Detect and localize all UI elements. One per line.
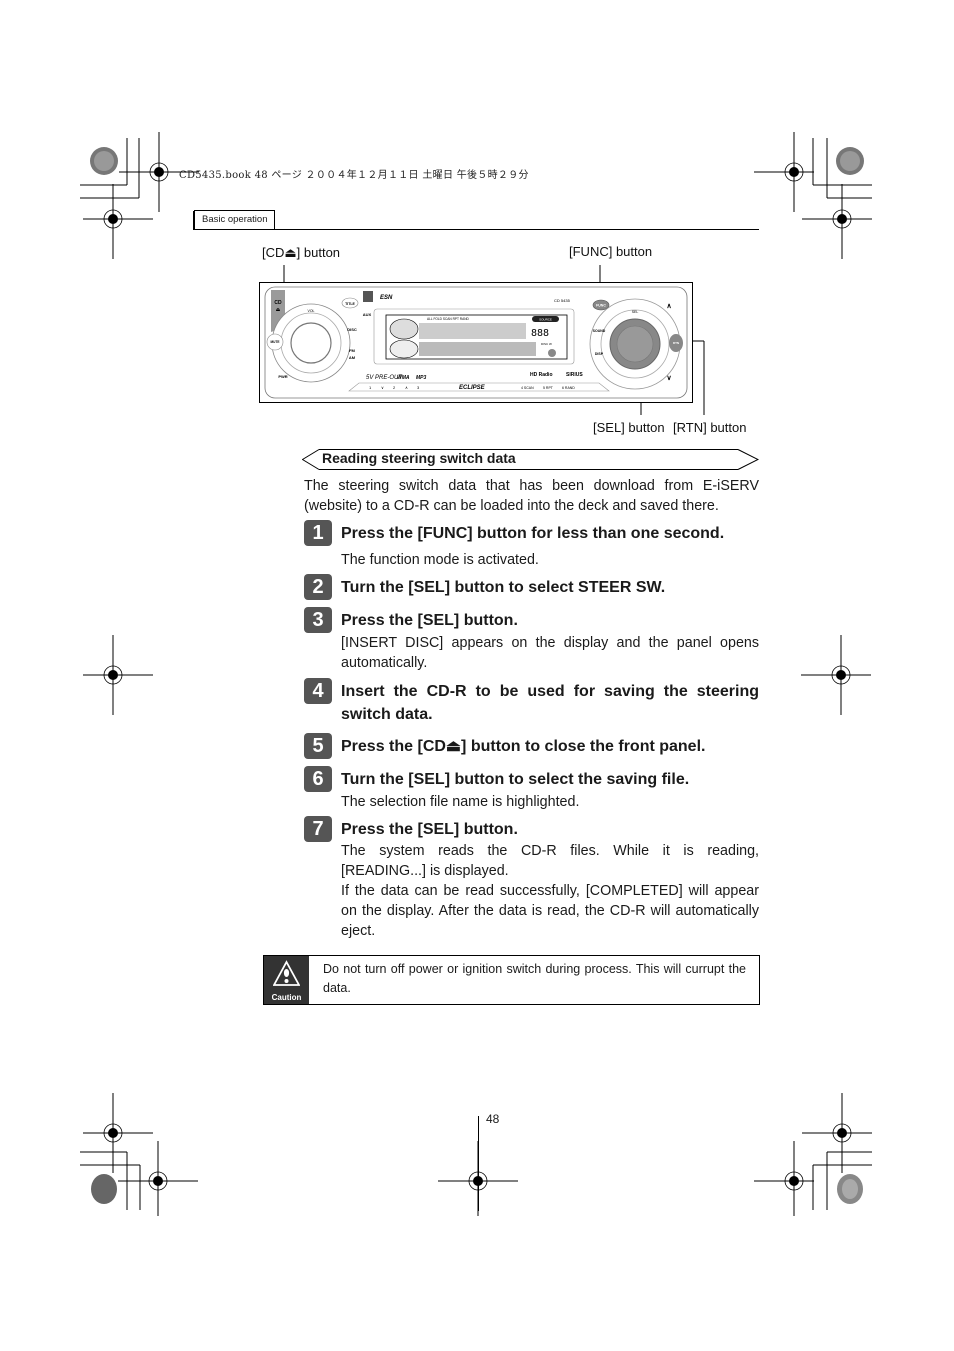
caution-box: Caution Do not turn off power or ignitio… [263, 955, 760, 1005]
caution-icon-panel: Caution [264, 956, 309, 1004]
svg-text:SEL: SEL [632, 310, 639, 314]
svg-text:ESN: ESN [380, 295, 393, 301]
step-number-badge: 2 [304, 574, 332, 600]
svg-text:AUX: AUX [363, 312, 372, 317]
registration-mark [118, 1141, 198, 1216]
svg-text:6 RAND: 6 RAND [562, 386, 575, 390]
svg-text:SIRIUS: SIRIUS [566, 372, 583, 378]
warning-triangle-icon [273, 960, 300, 986]
step-title: Press the [CD⏏] button to close the fron… [341, 738, 706, 755]
step-description: The function mode is activated. [341, 552, 539, 568]
svg-text:FM: FM [349, 348, 355, 353]
print-header-info: CD5435.book 48 ページ ２００４年１２月１１日 土曜日 午後５時２… [179, 170, 529, 181]
svg-text:DISC: DISC [347, 327, 357, 332]
step-description: [INSERT DISC] appears on the display and… [341, 635, 759, 671]
svg-text:∧: ∧ [666, 303, 671, 310]
step-title: Insert the CD-R to be used for saving th… [341, 683, 759, 723]
callout-func-button: [FUNC] button [569, 244, 653, 259]
step-title: Turn the [SEL] button to select the savi… [341, 771, 690, 788]
svg-text:PWR: PWR [278, 374, 287, 379]
svg-text:SOUND: SOUND [593, 329, 606, 333]
step-title: Press the [FUNC] button for less than on… [341, 525, 725, 542]
step-description: The selection file name is highlighted. [341, 794, 580, 810]
callout-cd-eject-button: [CD⏏] button [262, 245, 341, 260]
svg-text:ALL FOLD SCAN RPT RAND: ALL FOLD SCAN RPT RAND [427, 317, 469, 321]
svg-text:MUTE: MUTE [270, 340, 279, 344]
step-number-badge: 6 [304, 766, 332, 792]
step-title: Press the [SEL] button. [341, 821, 518, 838]
section-rule [194, 229, 759, 230]
step-number-badge: 4 [304, 678, 332, 704]
step-title: Press the [SEL] button. [341, 612, 518, 629]
svg-text:SOURCE: SOURCE [539, 318, 552, 322]
step-title: Turn the [SEL] button to select STEER SW… [341, 579, 666, 596]
svg-text:AM: AM [349, 355, 356, 360]
registration-mark [83, 184, 153, 259]
svg-text:HD Radio: HD Radio [530, 372, 553, 378]
svg-text:DISP: DISP [595, 352, 604, 356]
svg-text:5 RPT: 5 RPT [543, 386, 554, 390]
step-description: The system reads the CD-R files. While i… [341, 843, 759, 879]
svg-text:ECLIPSE: ECLIPSE [459, 385, 486, 391]
svg-text:VOL: VOL [307, 309, 314, 313]
car-audio-faceplate: CD ⏏ VOL MUTE PWR TITLE AUX DISC FM AM E… [259, 282, 693, 403]
svg-text:RTN: RTN [673, 341, 679, 345]
cd-button-label: CD [274, 300, 282, 306]
svg-text:MP3: MP3 [416, 375, 427, 381]
svg-text:∨: ∨ [381, 385, 384, 390]
section-tab: Basic operation [192, 210, 276, 230]
svg-text:⏏: ⏏ [276, 307, 281, 313]
section-intro: The steering switch data that has been d… [304, 478, 759, 514]
svg-text:WMA: WMA [397, 375, 410, 381]
section-heading-text: Reading steering switch data [322, 450, 516, 466]
step-description-continued: If the data can be read successfully, [C… [341, 883, 759, 939]
registration-mark [801, 635, 871, 715]
step-number-badge: 1 [304, 520, 332, 546]
svg-text:CD 5435: CD 5435 [554, 298, 571, 303]
svg-text:4 SCAN: 4 SCAN [521, 386, 534, 390]
step-number-badge: 7 [304, 816, 332, 842]
caution-label: Caution [271, 993, 302, 1002]
step-number-badge: 5 [304, 733, 332, 759]
page-number: 48 [486, 1112, 500, 1126]
registration-mark [754, 1141, 814, 1216]
svg-text:TITLE: TITLE [345, 302, 355, 306]
section-heading: Reading steering switch data [302, 449, 759, 470]
registration-mark [83, 635, 153, 715]
svg-text:FUNC: FUNC [596, 304, 606, 308]
caution-text: Do not turn off power or ignition switch… [323, 962, 746, 995]
svg-text:888: 888 [531, 328, 549, 339]
step-number-badge: 3 [304, 607, 332, 633]
svg-text:DISC W: DISC W [541, 342, 552, 346]
registration-mark [438, 1141, 518, 1216]
svg-text:∧: ∧ [405, 385, 408, 390]
svg-text:∨: ∨ [666, 375, 671, 382]
registration-mark [802, 184, 872, 259]
